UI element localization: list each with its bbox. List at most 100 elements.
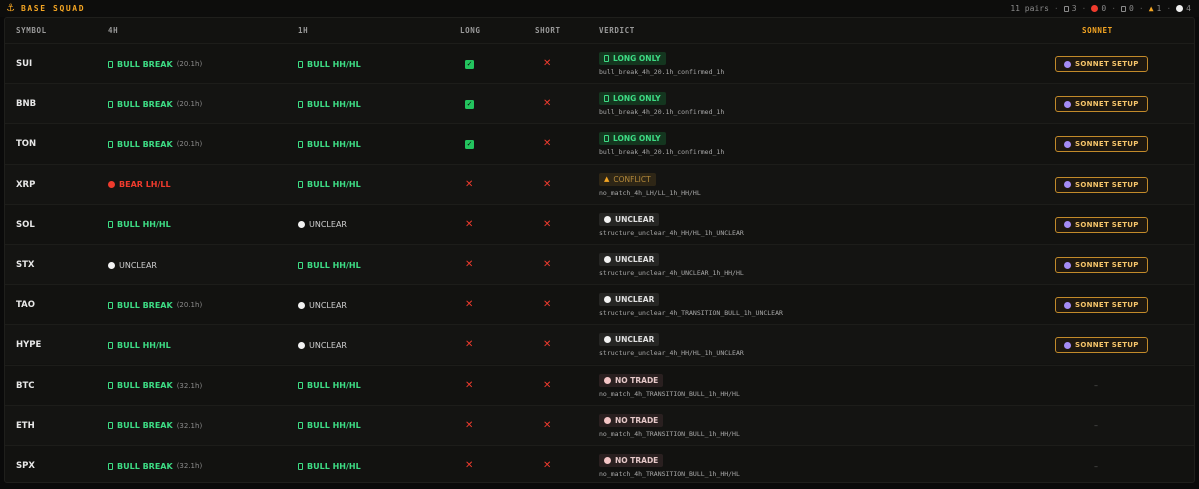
no-trade-dot-icon — [604, 376, 611, 384]
long-cross-icon: ✕ — [465, 218, 474, 230]
h1-structure: UNCLEAR — [298, 301, 347, 310]
verdict-badge: LONG ONLY — [599, 132, 666, 146]
brain-icon — [1064, 60, 1071, 68]
col-sonnet: SONNET — [1082, 26, 1113, 35]
brain-icon — [1064, 341, 1071, 349]
symbol-label: HYPE — [16, 340, 42, 351]
verdict-code: no_match_4h_TRANSITION_BULL_1h_HH/HL — [599, 389, 740, 398]
long-square-icon — [604, 55, 609, 62]
brand: ⚓ BASE SQUAD — [6, 3, 86, 14]
short-cross-icon: ✕ — [543, 259, 552, 270]
no-trade-dot-icon — [604, 416, 611, 424]
bull-square-icon — [298, 181, 303, 189]
symbol-label: STX — [16, 260, 35, 270]
short-cross-icon: ✕ — [543, 299, 552, 311]
bull-square-icon — [108, 382, 113, 390]
white-dot-icon — [604, 256, 611, 263]
brain-icon — [1064, 100, 1071, 108]
verdict-badge: NO TRADE — [599, 413, 664, 427]
table-row: SOL BULL HH/HL UNCLEAR ✕ ✕ UNCLEAR structure_u… — [5, 203, 1194, 244]
bull-square-icon — [298, 422, 303, 430]
empty-sonnet: – — [1094, 461, 1098, 471]
h4-structure: BULL HH/HL — [108, 220, 171, 229]
long-check-icon: ✓ — [465, 99, 474, 109]
col-short: SHORT — [535, 26, 561, 35]
brain-icon — [1064, 221, 1071, 229]
h1-structure: BULL HH/HL — [298, 180, 361, 189]
table-row: TON BULL BREAK (20.1h) BULL HH/HL ✓ ✕ LONG ONL… — [5, 123, 1194, 163]
table-row: BTC BULL BREAK (32.1h) BULL HH/HL ✕ ✕ NO TRADE… — [5, 364, 1194, 405]
sonnet-setup-button[interactable]: SONNET SETUP — [1055, 136, 1148, 153]
h1-structure: BULL HH/HL — [298, 140, 361, 149]
table-row: ETH BULL BREAK (32.1h) BULL HH/HL ✕ ✕ NO TRADE… — [5, 404, 1194, 445]
long-check-icon: ✓ — [465, 139, 474, 149]
long-cross-icon: ✕ — [465, 259, 474, 270]
h4-structure: BULL BREAK (32.1h) — [108, 381, 202, 390]
table-row: BNB BULL BREAK (20.1h) BULL HH/HL ✓ ✕ LONG ONL… — [5, 83, 1194, 124]
short-cross-icon: ✕ — [543, 460, 552, 471]
bull-square-icon — [298, 60, 303, 68]
verdict-code: no_match_4h_TRANSITION_BULL_1h_HH/HL — [599, 429, 740, 438]
short-cross-icon: ✕ — [543, 339, 552, 351]
table-header: SYMBOL 4H 1H LONG SHORT VERDICT SONNET — [5, 18, 1194, 44]
short-cross-icon: ✕ — [543, 379, 552, 391]
short-cross-icon: ✕ — [543, 138, 552, 150]
verdict-badge: NO TRADE — [599, 454, 664, 467]
h4-structure: BULL BREAK (20.1h) — [108, 100, 202, 109]
sonnet-setup-button[interactable]: SONNET SETUP — [1055, 176, 1148, 193]
app-title: BASE SQUAD — [20, 4, 86, 13]
verdict-code: structure_unclear_4h_TRANSITION_BULL_1h_… — [599, 309, 783, 318]
sonnet-setup-button[interactable]: SONNET SETUP — [1055, 216, 1148, 233]
h1-structure: BULL HH/HL — [298, 421, 361, 430]
bull-square-icon — [108, 422, 113, 430]
bull-square-icon — [108, 140, 113, 148]
symbol-label: TON — [16, 139, 37, 150]
long-cross-icon: ✕ — [465, 460, 474, 471]
verdict-badge: LONG ONLY — [599, 52, 666, 65]
symbol-label: XRP — [16, 179, 36, 190]
h1-structure: UNCLEAR — [298, 341, 347, 350]
bull-square-icon — [298, 140, 303, 148]
h1-structure: BULL HH/HL — [298, 100, 361, 109]
short-cross-icon: ✕ — [543, 419, 552, 431]
verdict-code: bull_break_4h_20.1h_confirmed_1h — [599, 148, 725, 157]
symbol-label: TAO — [16, 300, 35, 311]
col-1h: 1H — [298, 26, 309, 35]
col-symbol: SYMBOL — [16, 26, 47, 35]
h4-structure: BULL BREAK (32.1h) — [108, 462, 202, 471]
table-row: SPX BULL BREAK (32.1h) BULL HH/HL ✕ ✕ NO TRADE… — [5, 445, 1194, 482]
empty-sonnet: – — [1094, 421, 1098, 431]
red-dot-icon — [1091, 5, 1099, 12]
h1-structure: UNCLEAR — [298, 220, 347, 229]
symbol-label: BTC — [16, 380, 35, 391]
squad-table: SYMBOL 4H 1H LONG SHORT VERDICT SONNET S… — [4, 17, 1195, 483]
white-dot-icon — [604, 296, 611, 304]
empty-sonnet: – — [1094, 381, 1098, 391]
h1-structure: BULL HH/HL — [298, 381, 361, 390]
verdict-code: structure_unclear_4h_HH/HL_1h_UNCLEAR — [599, 349, 744, 358]
short-cross-icon: ✕ — [543, 178, 552, 190]
white-dot-icon — [108, 261, 115, 269]
table-row: STX UNCLEAR BULL HH/HL ✕ ✕ UNCLEAR structure_u… — [5, 244, 1194, 284]
verdict-code: structure_unclear_4h_UNCLEAR_1h_HH/HL — [599, 269, 744, 277]
sonnet-setup-button[interactable]: SONNET SETUP — [1055, 257, 1148, 273]
white-dot-icon — [298, 341, 305, 349]
h4-structure: BULL BREAK (20.1h) — [108, 301, 202, 310]
sonnet-setup-button[interactable]: SONNET SETUP — [1055, 297, 1148, 314]
brain-icon — [1064, 181, 1071, 189]
bull-square-icon — [108, 60, 113, 68]
sonnet-setup-button[interactable]: SONNET SETUP — [1055, 96, 1148, 113]
sonnet-setup-button[interactable]: SONNET SETUP — [1055, 56, 1148, 72]
verdict-badge: LONG ONLY — [599, 92, 666, 106]
square-icon — [1121, 5, 1127, 12]
white-dot-icon — [298, 221, 305, 229]
h4-structure: BULL BREAK (20.1h) — [108, 140, 202, 149]
long-cross-icon: ✕ — [465, 339, 474, 351]
sonnet-setup-button[interactable]: SONNET SETUP — [1055, 337, 1148, 354]
stat-long: 3 — [1063, 4, 1077, 13]
h1-structure: BULL HH/HL — [298, 462, 361, 471]
top-bar: ⚓ BASE SQUAD 11 pairs · 3 · 0 · 0 · ▲ 1 ·… — [0, 0, 1199, 17]
verdict-code: bull_break_4h_20.1h_confirmed_1h — [599, 68, 725, 76]
short-cross-icon: ✕ — [543, 98, 552, 110]
long-cross-icon: ✕ — [465, 419, 474, 431]
